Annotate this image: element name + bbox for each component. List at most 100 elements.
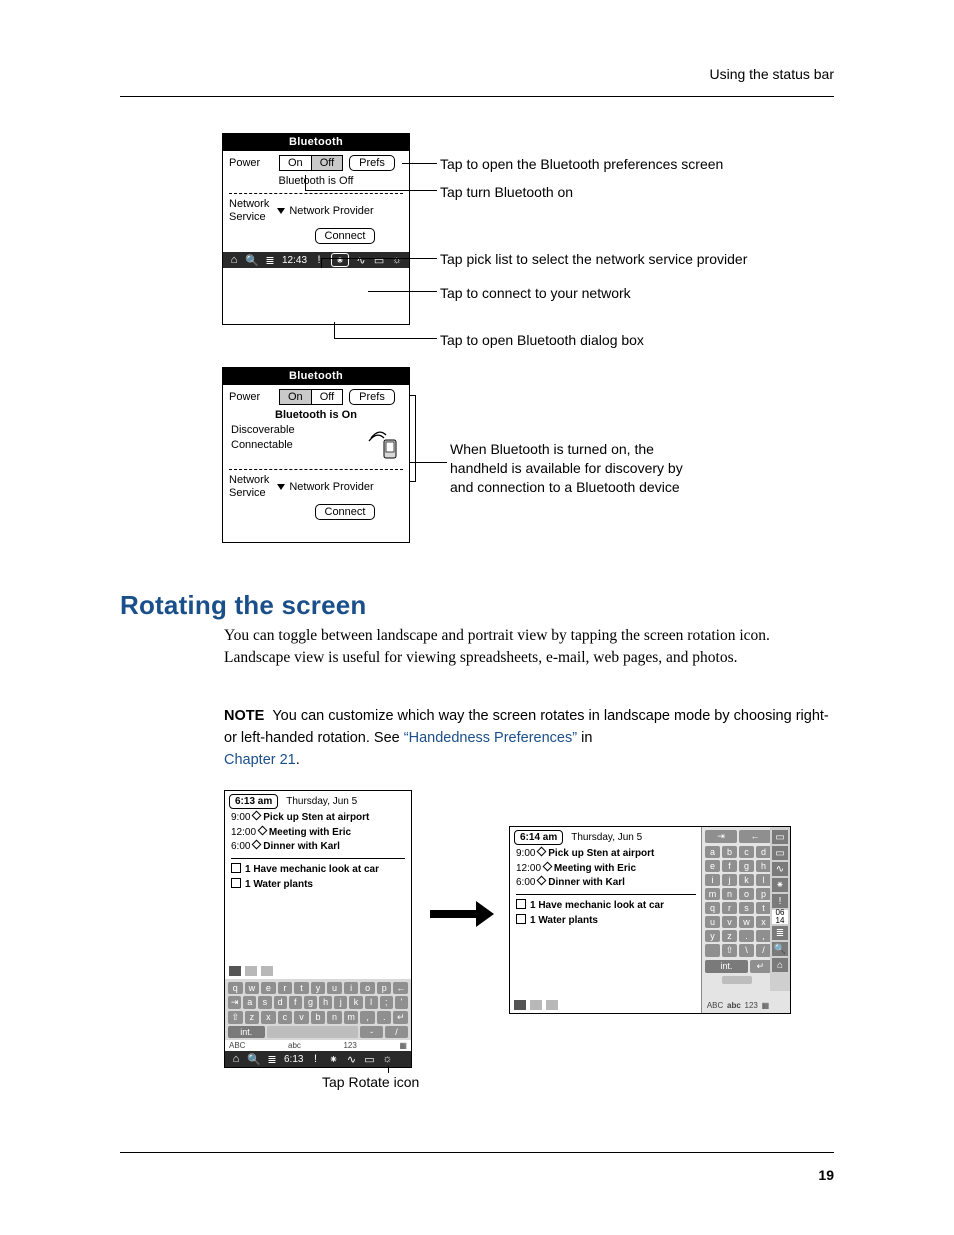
key[interactable]: ' [395,996,408,1009]
status-icon[interactable]: ∿ [772,862,788,876]
key[interactable]: r [722,902,737,914]
input-mode-icon[interactable] [229,966,241,976]
key[interactable]: b [722,846,737,858]
key[interactable]: ; [380,996,393,1009]
brightness-icon[interactable]: ☼ [381,1053,393,1065]
tab-key[interactable]: ⇥ [705,830,737,843]
key[interactable]: a [243,996,256,1009]
bluetooth-power-toggle[interactable]: On Off [279,155,343,171]
key[interactable]: p [377,982,392,994]
handedness-link[interactable]: “Handedness Preferences” [404,730,577,746]
prefs-button[interactable]: Prefs [349,389,395,405]
key[interactable]: g [739,860,754,872]
key[interactable]: h [756,860,771,872]
key[interactable] [705,944,720,957]
bluetooth-icon[interactable]: ⁕ [331,253,349,267]
key[interactable]: i [344,982,359,994]
key[interactable]: b [311,1011,326,1024]
key[interactable]: z [245,1011,260,1024]
key[interactable]: k [349,996,362,1009]
backspace-key[interactable]: ← [739,830,771,843]
key[interactable]: z [722,930,737,942]
key[interactable]: ↵ [393,1011,408,1024]
key[interactable]: q [228,982,243,994]
key[interactable]: o [360,982,375,994]
bluetooth-icon[interactable]: ⁕ [327,1053,339,1065]
brightness-icon[interactable]: ☼ [391,254,403,266]
key[interactable]: n [327,1011,342,1024]
key[interactable]: h [319,996,332,1009]
home-icon[interactable]: ⌂ [228,254,240,266]
int-key[interactable]: int. [705,960,748,973]
key[interactable]: m [705,888,720,900]
rotate-icon[interactable]: ▭ [772,830,788,844]
input-mode-row[interactable] [510,997,702,1013]
key[interactable]: c [739,846,754,858]
key[interactable]: f [722,860,737,872]
key[interactable]: m [344,1011,359,1024]
rotate-icon[interactable]: ▭ [373,254,385,266]
space-key[interactable] [267,1026,359,1038]
rotate-icon[interactable]: ▭ [363,1053,375,1065]
bluetooth-power-toggle[interactable]: On Off [279,389,343,405]
network-provider-picklist[interactable]: Network Provider [277,205,373,217]
find-icon[interactable]: 🔍 [772,942,788,956]
key[interactable]: j [722,874,737,886]
key[interactable]: l [365,996,378,1009]
checkbox-icon[interactable] [516,914,526,924]
alert-icon[interactable]: ! [772,894,788,908]
key[interactable]: t [756,902,771,914]
power-on-option[interactable]: On [280,156,312,170]
input-mode-icon[interactable] [530,1000,542,1010]
home-icon[interactable]: ⌂ [772,958,788,972]
key[interactable]: j [334,996,347,1009]
key[interactable]: v [722,916,737,928]
key[interactable]: ← [393,982,408,994]
bluetooth-icon[interactable]: ⁕ [772,878,788,892]
key[interactable]: f [289,996,302,1009]
key[interactable]: t [294,982,309,994]
alert-icon[interactable]: ! [309,1053,321,1065]
key[interactable]: q [705,902,720,914]
input-mode-row[interactable] [225,963,411,979]
int-key[interactable]: int. [228,1026,265,1038]
key[interactable]: y [311,982,326,994]
key[interactable]: u [327,982,342,994]
key[interactable]: x [261,1011,276,1024]
key[interactable]: u [705,916,720,928]
key[interactable]: s [258,996,271,1009]
key[interactable]: e [261,982,276,994]
key[interactable]: a [705,846,720,858]
signal-icon[interactable]: ▭ [772,846,788,860]
key[interactable]: w [739,916,754,928]
checkbox-icon[interactable] [231,878,241,888]
menu-icon[interactable]: ≣ [264,254,276,266]
signal-icon[interactable]: ∿ [345,1053,357,1065]
find-icon[interactable]: 🔍 [248,1053,260,1065]
power-off-option[interactable]: Off [312,390,342,404]
signal-icon[interactable]: ∿ [355,254,367,266]
prefs-button[interactable]: Prefs [349,155,395,171]
key[interactable]: y [705,930,720,942]
menu-icon[interactable]: ≣ [266,1053,278,1065]
network-provider-picklist[interactable]: Network Provider [277,481,373,493]
key[interactable]: . [739,930,754,942]
key[interactable]: \ [739,944,754,957]
key[interactable]: . [377,1011,392,1024]
key[interactable]: ⇧ [228,1011,243,1024]
key[interactable]: v [294,1011,309,1024]
power-off-option[interactable]: Off [312,156,342,170]
key[interactable]: ⇧ [722,944,737,957]
connect-button[interactable]: Connect [315,504,376,520]
key[interactable]: w [245,982,260,994]
key[interactable]: d [274,996,287,1009]
key[interactable]: s [739,902,754,914]
key[interactable]: o [739,888,754,900]
power-on-option[interactable]: On [280,390,312,404]
connect-button[interactable]: Connect [315,228,376,244]
input-mode-icon[interactable] [546,1000,558,1010]
key[interactable]: d [756,846,771,858]
key[interactable]: i [705,874,720,886]
chapter-link[interactable]: Chapter 21 [224,752,296,768]
time-button[interactable]: 6:14 am [514,830,563,845]
